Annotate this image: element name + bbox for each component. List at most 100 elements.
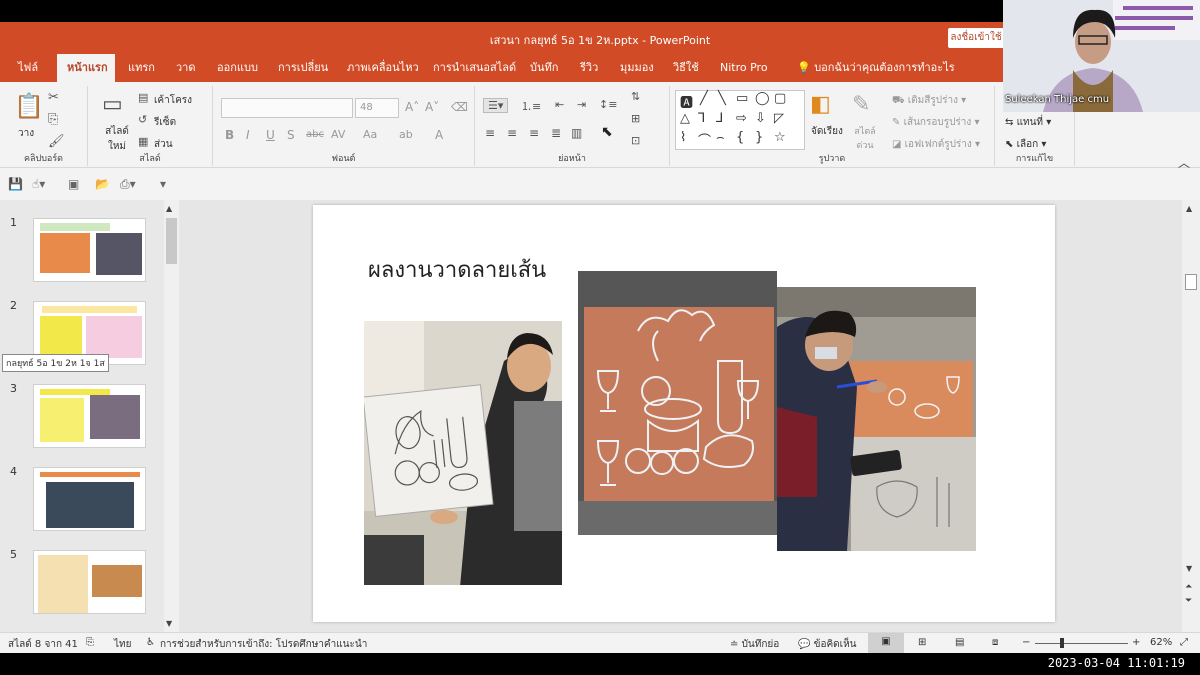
- student-drawing-photo[interactable]: [777, 287, 976, 551]
- font-color-icon[interactable]: A: [435, 128, 443, 142]
- reading-view-icon[interactable]: ▤: [955, 637, 964, 648]
- down-arrow-shape-icon[interactable]: ⇩: [755, 111, 766, 126]
- accessibility-icon[interactable]: ♿: [146, 637, 155, 648]
- tab-draw[interactable]: วาด: [166, 54, 206, 82]
- paste-icon[interactable]: 📋: [14, 92, 44, 120]
- notes-button[interactable]: ≐ บันทึกย่อ: [730, 637, 779, 652]
- tab-nitro-pro[interactable]: Nitro Pro: [710, 54, 778, 82]
- fit-to-window-icon[interactable]: ⤢: [1180, 637, 1188, 648]
- text-direction-icon[interactable]: ⇅: [631, 90, 640, 103]
- scroll-thumb[interactable]: [1185, 274, 1197, 290]
- open-folder-icon[interactable]: 📂: [95, 177, 110, 191]
- line-spacing-icon[interactable]: ↕≡: [599, 98, 617, 111]
- language-indicator[interactable]: ไทย: [114, 637, 131, 652]
- quick-styles-icon[interactable]: ✎: [852, 92, 870, 117]
- slide-thumbnail-4[interactable]: [33, 467, 146, 531]
- zoom-slider-thumb[interactable]: [1060, 638, 1064, 648]
- right-arrow-shape-icon[interactable]: ⇨: [736, 111, 747, 126]
- line-shape-icon[interactable]: ╱: [700, 91, 708, 106]
- arrange-button[interactable]: จัดเรียง: [811, 124, 843, 139]
- italic-icon[interactable]: I: [246, 128, 250, 142]
- scroll-up-icon[interactable]: ▲: [166, 204, 172, 213]
- comments-button[interactable]: 💬 ข้อคิดเห็น: [798, 637, 857, 652]
- new-slide-label[interactable]: สไลด์ใหม่: [100, 124, 134, 154]
- next-slide-icon[interactable]: ⏷: [1185, 596, 1192, 606]
- scroll-thumb[interactable]: [166, 218, 177, 264]
- replace-button[interactable]: ⇆ แทนที่ ▾: [1005, 115, 1051, 130]
- align-left-icon[interactable]: ≡: [485, 126, 495, 140]
- tell-me-search[interactable]: 💡 บอกฉันว่าคุณต้องการทำอะไร: [787, 54, 965, 82]
- grow-font-icon[interactable]: A˄: [405, 100, 419, 114]
- curve-shape-icon[interactable]: ⌇: [680, 130, 686, 145]
- font-size-select[interactable]: 48: [355, 98, 399, 118]
- distributed-icon[interactable]: ▥: [571, 126, 582, 140]
- quick-styles-button[interactable]: สไตล์ด่วน: [850, 124, 880, 152]
- tab-record[interactable]: บันทึก: [520, 54, 568, 82]
- tab-slideshow[interactable]: การนำเสนอสไลด์: [423, 54, 526, 82]
- slideshow-icon[interactable]: ⧈: [992, 637, 998, 648]
- zoom-slider[interactable]: [1035, 643, 1128, 644]
- shape-effects-button[interactable]: ◪ เอฟเฟกต์รูปร่าง ▾: [892, 137, 980, 152]
- participant-video[interactable]: Suleekan Thijae cmu: [1003, 0, 1200, 112]
- slide-thumbnail-5[interactable]: [33, 550, 146, 614]
- arc-shape-icon[interactable]: ⌒: [698, 130, 711, 149]
- slide-sorter-icon[interactable]: ⊞: [918, 637, 926, 648]
- rectangle-shape-icon[interactable]: ▭: [736, 91, 748, 106]
- scroll-down-icon[interactable]: ▼: [1186, 564, 1192, 573]
- section-icon[interactable]: ▦: [138, 135, 148, 148]
- section-button[interactable]: ส่วน: [154, 137, 173, 152]
- arrange-icon[interactable]: ◧: [810, 92, 831, 117]
- clear-format-icon[interactable]: ⌫: [451, 100, 468, 114]
- tab-review[interactable]: รีวิว: [570, 54, 608, 82]
- sign-in-button[interactable]: ลงชื่อเข้าใช้: [948, 28, 1004, 48]
- smartart-icon[interactable]: ⊡: [631, 134, 640, 147]
- tab-transitions[interactable]: การเปลี่ยน: [268, 54, 338, 82]
- zoom-out-icon[interactable]: −: [1022, 637, 1030, 648]
- rounded-rect-shape-icon[interactable]: ▢: [774, 91, 786, 106]
- customize-toolbar-icon[interactable]: ▾: [160, 177, 166, 191]
- current-slide[interactable]: ผลงานวาดลายเส้น: [313, 205, 1055, 622]
- oval-shape-icon[interactable]: ◯: [755, 91, 770, 106]
- slide-thumbnail-1[interactable]: [33, 218, 146, 282]
- tab-help[interactable]: วิธีใช้: [663, 54, 709, 82]
- select-button[interactable]: ⬉ เลือก ▾: [1005, 137, 1046, 152]
- star-shape-icon[interactable]: ☆: [774, 130, 786, 145]
- elbow-connector-icon[interactable]: ⅃: [716, 111, 723, 126]
- shrink-font-icon[interactable]: A˅: [425, 100, 439, 114]
- scroll-up-icon[interactable]: ▲: [1186, 204, 1192, 213]
- tab-insert[interactable]: แทรก: [118, 54, 165, 82]
- present-from-start-icon[interactable]: ▣: [68, 177, 79, 191]
- scroll-down-icon[interactable]: ▼: [166, 619, 172, 628]
- format-painter-icon[interactable]: 🖌: [48, 134, 65, 149]
- bullets-icon[interactable]: ☰▾: [483, 98, 509, 113]
- callout-shape-icon[interactable]: ◸: [774, 111, 784, 126]
- shapes-gallery[interactable]: 🅰 ╱ ╲ ▭ ◯ ▢ △ ⅂ ⅃ ⇨ ⇩ ◸ ⌇ ⌒ ⌢ { } ☆: [675, 90, 805, 150]
- touch-mode-icon[interactable]: ☝▾: [32, 177, 45, 191]
- tab-home[interactable]: หน้าแรก: [57, 54, 115, 82]
- increase-indent-icon[interactable]: ⇥: [577, 98, 586, 111]
- underline-icon[interactable]: U: [266, 128, 275, 142]
- highlight-icon[interactable]: ab: [399, 128, 413, 141]
- numbering-icon[interactable]: ⒈≡: [521, 98, 541, 114]
- triangle-shape-icon[interactable]: △: [680, 111, 690, 126]
- char-spacing-icon[interactable]: AV: [331, 128, 345, 141]
- textbox-shape-icon[interactable]: 🅰: [680, 92, 693, 111]
- line-shape-icon[interactable]: ╲: [718, 91, 726, 106]
- layout-icon[interactable]: ▤: [138, 91, 148, 104]
- tab-file[interactable]: ไฟล์: [8, 54, 48, 82]
- slide-thumbnail-3[interactable]: [33, 384, 146, 448]
- decrease-indent-icon[interactable]: ⇤: [555, 98, 564, 111]
- freeform-shape-icon[interactable]: ⌢: [716, 130, 725, 145]
- previous-slide-icon[interactable]: ⏶: [1185, 582, 1192, 592]
- normal-view-icon[interactable]: ▣: [868, 633, 904, 653]
- spell-check-icon[interactable]: ⎘: [86, 637, 94, 648]
- thumbnails-scrollbar[interactable]: ▲ ▼: [164, 200, 179, 632]
- align-center-icon[interactable]: ≡: [507, 126, 517, 140]
- tab-design[interactable]: ออกแบบ: [207, 54, 268, 82]
- zoom-in-icon[interactable]: +: [1132, 637, 1140, 648]
- shadow-icon[interactable]: S: [287, 128, 295, 142]
- slide-title[interactable]: ผลงานวาดลายเส้น: [368, 252, 546, 287]
- shape-fill-button[interactable]: ⛟ เติมสีรูปร่าง ▾: [892, 93, 966, 108]
- accessibility-status[interactable]: การช่วยสำหรับการเข้าถึง: โปรดศึกษาคำแนะน…: [160, 637, 367, 652]
- shape-outline-button[interactable]: ✎ เส้นกรอบรูปร่าง ▾: [892, 115, 980, 130]
